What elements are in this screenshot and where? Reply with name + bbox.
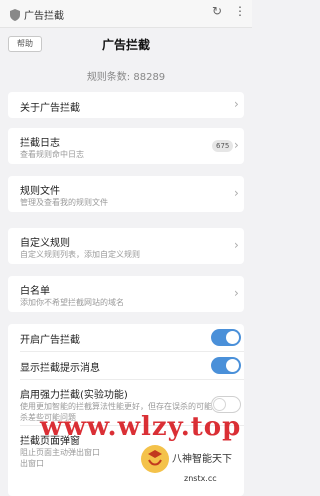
menu-item-whitelist[interactable]: 白名单 添加你不希望拦截网站的域名 › — [8, 276, 244, 312]
rule-count: 规则条数: 88289 — [86, 72, 166, 83]
log-sub: 查看规则命中日志 — [20, 150, 84, 159]
chevron-right-icon: › — [234, 286, 239, 300]
toggle-knob — [226, 359, 239, 372]
menu-item-rule-files[interactable]: 规则文件 管理及查看我的规则文件 › — [8, 176, 244, 212]
watermark-logo-icon — [140, 444, 170, 478]
menu-item-log[interactable]: 拦截日志 查看规则命中日志 675 › — [8, 128, 244, 164]
menu-item-custom-rules[interactable]: 自定义规则 自定义规则列表，添加自定义规则 › — [8, 228, 244, 264]
whitelist-sub: 添加你不希望拦截网站的域名 — [20, 298, 124, 307]
show-msg-label: 显示拦截提示消息 — [20, 363, 100, 374]
custom-rules-card[interactable]: 自定义规则 自定义规则列表，添加自定义规则 › — [8, 228, 244, 264]
browser-url-bar[interactable]: 广告拦截 ↻ ⋮ — [0, 0, 252, 28]
watermark-domain: znstx.cc — [184, 474, 217, 483]
popup-sub: 阻止页面主动弹出窗口 — [20, 448, 100, 457]
log-label: 拦截日志 — [20, 138, 60, 149]
chevron-right-icon: › — [234, 238, 239, 252]
strong-label: 启用强力拦截(实验功能) — [20, 390, 128, 401]
chevron-right-icon: › — [234, 186, 239, 200]
toggle-knob — [213, 398, 226, 411]
log-card[interactable]: 拦截日志 查看规则命中日志 675 › — [8, 128, 244, 164]
settings-card: 开启广告拦截 显示拦截提示消息 启用强力拦截(实验功能) 使用更加智能的拦截算法… — [8, 324, 244, 496]
setting-show-msg: 显示拦截提示消息 — [8, 352, 244, 378]
rule-files-label: 规则文件 — [20, 186, 60, 197]
log-count-badge: 675 — [212, 140, 234, 152]
about-card[interactable]: 关于广告拦截 › — [8, 92, 244, 118]
url-text[interactable]: 广告拦截 — [24, 7, 64, 22]
enable-toggle[interactable] — [211, 329, 241, 346]
show-msg-toggle[interactable] — [211, 357, 241, 374]
rule-files-card[interactable]: 规则文件 管理及查看我的规则文件 › — [8, 176, 244, 212]
setting-enable: 开启广告拦截 — [8, 324, 244, 350]
watermark-site: www.wlzy.top — [40, 412, 242, 442]
shield-icon — [10, 6, 20, 25]
more-vertical-icon[interactable]: ⋮ — [234, 4, 246, 18]
strong-toggle[interactable] — [211, 396, 241, 413]
popup-sub-2: 出窗口 — [20, 459, 44, 468]
about-label: 关于广告拦截 — [20, 103, 80, 114]
whitelist-label: 白名单 — [20, 286, 50, 297]
menu-item-about[interactable]: 关于广告拦截 › — [8, 92, 244, 118]
page-header: 帮助 广告拦截 — [0, 28, 252, 60]
custom-rules-sub: 自定义规则列表，添加自定义规则 — [20, 250, 140, 259]
chevron-right-icon: › — [234, 138, 239, 152]
custom-rules-label: 自定义规则 — [20, 238, 70, 249]
chevron-right-icon: › — [234, 97, 239, 111]
rule-files-sub: 管理及查看我的规则文件 — [20, 198, 108, 207]
watermark-brand: 八神智能天下 — [172, 454, 232, 465]
reload-icon[interactable]: ↻ — [212, 4, 222, 18]
toggle-knob — [226, 331, 239, 344]
page-title: 广告拦截 — [101, 38, 150, 52]
whitelist-card[interactable]: 白名单 添加你不希望拦截网站的域名 › — [8, 276, 244, 312]
enable-label: 开启广告拦截 — [20, 335, 80, 346]
strong-sub: 使用更加智能的拦截算法性能更好，但存在误杀的可能 — [20, 402, 212, 411]
